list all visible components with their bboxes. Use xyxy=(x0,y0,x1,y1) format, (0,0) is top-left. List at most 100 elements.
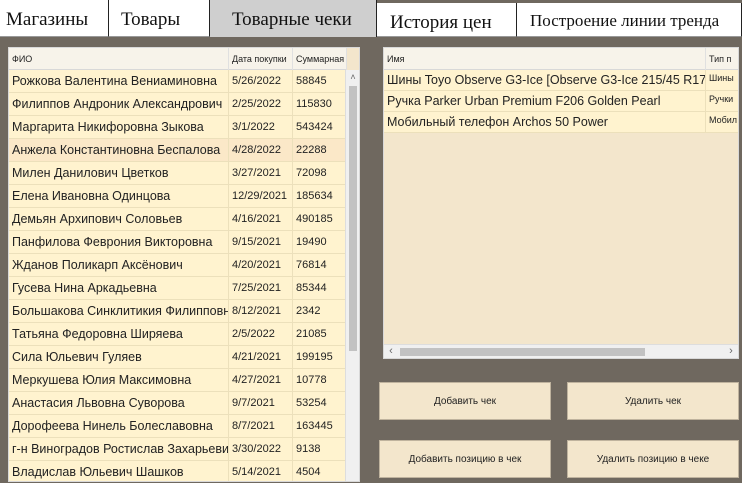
cell-total: 199195 xyxy=(293,346,347,369)
cell-fio: Владислав Юльевич Шашков xyxy=(9,461,229,481)
add-receipt-button[interactable]: Добавить чек xyxy=(379,382,551,420)
table-row[interactable]: Дорофеева Нинель Болеславовна 8/7/2021 163… xyxy=(9,415,347,438)
table-row[interactable]: Шины Toyo Observe G3-Ice [Observe G3-Ice… xyxy=(384,70,738,91)
cell-fio: Меркушева Юлия Максимовна xyxy=(9,369,229,392)
cell-name: Мобильный телефон Archos 50 Power xyxy=(384,112,706,133)
cell-total: 543424 xyxy=(293,116,347,139)
cell-date: 3/27/2021 xyxy=(229,162,293,185)
add-position-button[interactable]: Добавить позицию в чек xyxy=(379,440,551,478)
cell-fio: Большакова Синклитикия Филипповна xyxy=(9,300,229,323)
table-row[interactable]: Владислав Юльевич Шашков 5/14/2021 4504 xyxy=(9,461,347,481)
cell-total: 185634 xyxy=(293,185,347,208)
cell-fio: Татьяна Федоровна Ширяева xyxy=(9,323,229,346)
receipts-grid-header: ФИО Дата покупки Суммарная xyxy=(9,48,347,70)
table-row[interactable]: Большакова Синклитикия Филипповна 8/12/20… xyxy=(9,300,347,323)
table-row[interactable]: Демьян Архипович Соловьев 4/16/2021 490185 xyxy=(9,208,347,231)
scroll-up-icon[interactable]: ˄ xyxy=(346,70,359,84)
cell-date: 4/28/2022 xyxy=(229,139,293,162)
cell-fio: Гусева Нина Аркадьевна xyxy=(9,277,229,300)
scroll-thumb[interactable] xyxy=(349,86,357,351)
table-row[interactable]: Гусева Нина Аркадьевна 7/25/2021 85344 xyxy=(9,277,347,300)
scroll-left-icon[interactable]: ‹ xyxy=(384,345,398,358)
cell-type: Ручки xyxy=(706,91,738,112)
cell-name: Ручка Parker Urban Premium F206 Golden P… xyxy=(384,91,706,112)
table-row[interactable]: Татьяна Федоровна Ширяева 2/5/2022 21085 xyxy=(9,323,347,346)
cell-total: 2342 xyxy=(293,300,347,323)
cell-total: 4504 xyxy=(293,461,347,481)
table-row[interactable]: Анжела Константиновна Беспалова 4/28/2022… xyxy=(9,139,347,162)
table-row[interactable]: Филиппов Андроник Александрович 2/25/2022… xyxy=(9,93,347,116)
cell-total: 72098 xyxy=(293,162,347,185)
cell-type: Шины xyxy=(706,70,738,91)
table-row[interactable]: Ручка Parker Urban Premium F206 Golden P… xyxy=(384,91,738,112)
cell-date: 3/30/2022 xyxy=(229,438,293,461)
cell-fio: Рожкова Валентина Вениаминовна xyxy=(9,70,229,93)
cell-total: 163445 xyxy=(293,415,347,438)
cell-fio: Маргарита Никифоровна Зыкова xyxy=(9,116,229,139)
tab-receipts[interactable]: Товарные чеки xyxy=(210,0,377,37)
scroll-right-icon[interactable]: › xyxy=(724,345,738,358)
cell-fio: г-н Виноградов Ростислав Захарьевич xyxy=(9,438,229,461)
table-row[interactable]: Меркушева Юлия Максимовна 4/27/2021 10778 xyxy=(9,369,347,392)
receipts-grid[interactable]: ФИО Дата покупки Суммарная Рожкова Вален… xyxy=(8,47,360,482)
table-row[interactable]: Мобильный телефон Archos 50 Power Мобил xyxy=(384,112,738,133)
column-header-fio[interactable]: ФИО xyxy=(9,48,229,70)
positions-grid[interactable]: Имя Тип п Шины Toyo Observe G3-Ice [Obse… xyxy=(383,47,739,359)
cell-fio: Елена Ивановна Одинцова xyxy=(9,185,229,208)
column-header-name[interactable]: Имя xyxy=(384,48,706,70)
cell-fio: Анастасия Львовна Суворова xyxy=(9,392,229,415)
table-row[interactable]: Жданов Поликарп Аксёнович 4/20/2021 76814 xyxy=(9,254,347,277)
cell-type: Мобил xyxy=(706,112,738,133)
cell-date: 2/25/2022 xyxy=(229,93,293,116)
delete-position-button[interactable]: Удалить позицию в чеке xyxy=(567,440,739,478)
positions-horizontal-scrollbar[interactable]: ‹ › xyxy=(384,344,738,358)
tab-trend-line[interactable]: Построение линии тренда xyxy=(517,3,742,37)
cell-date: 2/5/2022 xyxy=(229,323,293,346)
tab-products[interactable]: Товары xyxy=(109,0,210,37)
tab-stores[interactable]: Магазины xyxy=(0,0,109,37)
delete-receipt-button[interactable]: Удалить чек xyxy=(567,382,739,420)
cell-date: 3/1/2022 xyxy=(229,116,293,139)
cell-name: Шины Toyo Observe G3-Ice [Observe G3-Ice… xyxy=(384,70,706,91)
cell-total: 10778 xyxy=(293,369,347,392)
cell-fio: Анжела Константиновна Беспалова xyxy=(9,139,229,162)
cell-total: 53254 xyxy=(293,392,347,415)
table-row[interactable]: Маргарита Никифоровна Зыкова 3/1/2022 5434… xyxy=(9,116,347,139)
cell-total: 76814 xyxy=(293,254,347,277)
cell-date: 4/16/2021 xyxy=(229,208,293,231)
scroll-thumb[interactable] xyxy=(400,348,645,356)
cell-fio: Милен Данилович Цветков xyxy=(9,162,229,185)
cell-date: 8/7/2021 xyxy=(229,415,293,438)
cell-date: 12/29/2021 xyxy=(229,185,293,208)
table-row[interactable]: Панфилова Феврония Викторовна 9/15/2021 19… xyxy=(9,231,347,254)
table-row[interactable]: г-н Виноградов Ростислав Захарьевич 3/30/… xyxy=(9,438,347,461)
cell-fio: Филиппов Андроник Александрович xyxy=(9,93,229,116)
table-row[interactable]: Рожкова Валентина Вениаминовна 5/26/2022 5… xyxy=(9,70,347,93)
cell-date: 4/20/2021 xyxy=(229,254,293,277)
column-header-type[interactable]: Тип п xyxy=(706,48,738,70)
cell-date: 4/21/2021 xyxy=(229,346,293,369)
column-header-total[interactable]: Суммарная xyxy=(293,48,347,70)
cell-fio: Жданов Поликарп Аксёнович xyxy=(9,254,229,277)
cell-total: 9138 xyxy=(293,438,347,461)
receipts-vertical-scrollbar[interactable]: ˄ xyxy=(345,70,359,481)
cell-total: 58845 xyxy=(293,70,347,93)
column-header-date[interactable]: Дата покупки xyxy=(229,48,293,70)
table-row[interactable]: Милен Данилович Цветков 3/27/2021 72098 xyxy=(9,162,347,185)
positions-grid-header: Имя Тип п xyxy=(384,48,738,70)
cell-total: 115830 xyxy=(293,93,347,116)
cell-date: 5/26/2022 xyxy=(229,70,293,93)
cell-date: 5/14/2021 xyxy=(229,461,293,481)
table-row[interactable]: Сила Юльевич Гуляев 4/21/2021 199195 xyxy=(9,346,347,369)
cell-total: 19490 xyxy=(293,231,347,254)
tab-price-history[interactable]: История цен xyxy=(377,3,517,37)
cell-date: 4/27/2021 xyxy=(229,369,293,392)
table-row[interactable]: Елена Ивановна Одинцова 12/29/2021 185634 xyxy=(9,185,347,208)
cell-date: 7/25/2021 xyxy=(229,277,293,300)
table-row[interactable]: Анастасия Львовна Суворова 9/7/2021 53254 xyxy=(9,392,347,415)
cell-fio: Демьян Архипович Соловьев xyxy=(9,208,229,231)
cell-date: 8/12/2021 xyxy=(229,300,293,323)
cell-total: 85344 xyxy=(293,277,347,300)
cell-fio: Сила Юльевич Гуляев xyxy=(9,346,229,369)
cell-date: 9/15/2021 xyxy=(229,231,293,254)
